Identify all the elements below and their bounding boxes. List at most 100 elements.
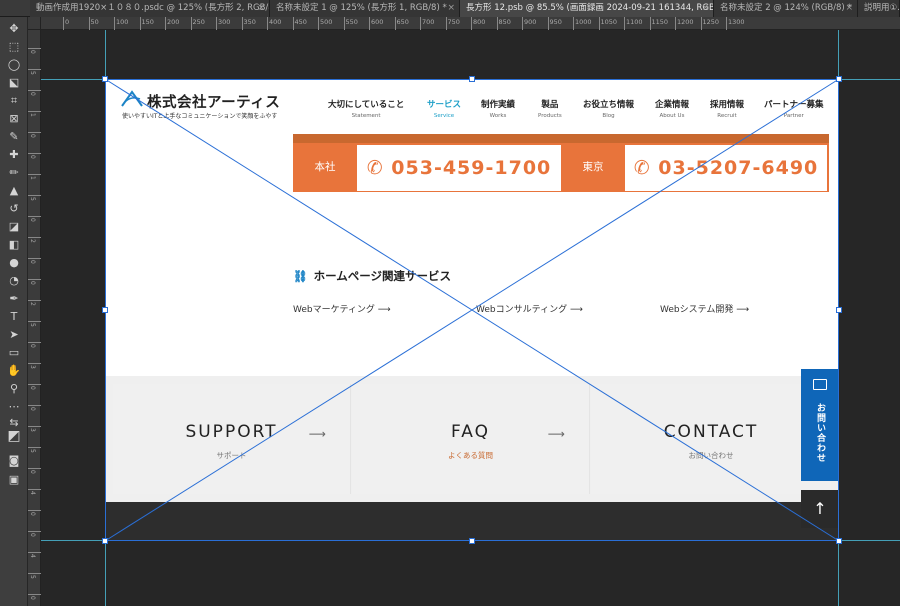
ruler-label: 1100 xyxy=(626,18,643,26)
zoom-tool-icon[interactable]: ⚲ xyxy=(6,381,22,396)
document-tab-active[interactable]: 長方形 12.psb @ 85.5% (画面録画 2024-09-21 1613… xyxy=(460,0,714,17)
tab-label: 説明用①. xyxy=(864,3,900,13)
nav-sublabel: Recruit xyxy=(717,113,737,119)
ruler-tick xyxy=(28,573,41,574)
ruler-label: 300 xyxy=(218,18,231,26)
ruler-label: 0 xyxy=(29,218,36,222)
transform-handle[interactable] xyxy=(836,538,842,544)
transform-handle[interactable] xyxy=(836,307,842,313)
brush-tool-icon[interactable]: ✏ xyxy=(6,165,22,180)
service-link-system[interactable]: Webシステム開発 ⟶ xyxy=(660,302,749,315)
nav-sublabel: Blog xyxy=(602,113,615,119)
tab-label: 名称未設定 2 @ 124% (RGB/8) * xyxy=(720,3,852,13)
nav-products[interactable]: 製品 Products xyxy=(538,98,562,119)
mouse-cursor-icon: ⬉ xyxy=(549,294,559,307)
ruler-label: 0 xyxy=(65,18,70,26)
ruler-label: 0 xyxy=(29,386,36,390)
phone-icon: ✆ xyxy=(633,157,659,179)
marquee-tool-icon[interactable]: ⬚ xyxy=(6,39,22,54)
healing-brush-tool-icon[interactable]: ✚ xyxy=(6,147,22,162)
close-icon[interactable]: × xyxy=(447,0,455,17)
transform-handle[interactable] xyxy=(469,76,475,82)
document-tab[interactable]: 説明用①. xyxy=(858,0,900,17)
service-link-consulting[interactable]: Webコンサルティング ⟶ xyxy=(476,302,583,315)
close-icon[interactable]: × xyxy=(845,0,853,17)
type-tool-icon[interactable]: T xyxy=(6,309,22,324)
screen-mode-icon[interactable]: ▣ xyxy=(6,472,22,487)
ruler-label: 3 xyxy=(29,428,36,432)
nav-about[interactable]: 企業情報 About Us xyxy=(655,98,689,119)
rectangle-tool-icon[interactable]: ▭ xyxy=(6,345,22,360)
more-tools-icon[interactable]: ⋯ xyxy=(6,399,22,414)
card-contact[interactable]: CONTACT お問い合わせ ⟶ xyxy=(591,384,831,494)
paint-bucket-tool-icon[interactable]: ◧ xyxy=(6,237,22,252)
ruler-label: 200 xyxy=(167,18,180,26)
object-selection-tool-icon[interactable]: ⬕ xyxy=(6,75,22,90)
service-title-text: ホームページ関連サービス xyxy=(313,269,452,283)
document-tab[interactable]: 名称未設定 1 @ 125% (長方形 1, RGB/8) * × xyxy=(270,0,460,17)
nav-service[interactable]: サービス Service xyxy=(427,98,461,119)
nav-partner[interactable]: パートナー募集 Partner xyxy=(764,98,824,119)
move-tool-icon[interactable]: ✥ xyxy=(6,21,22,36)
ruler-label: 800 xyxy=(473,18,486,26)
phone-number-tokyo[interactable]: ✆ 03-5207-6490 xyxy=(625,145,827,191)
phone-label-tokyo: 東京 xyxy=(582,161,604,173)
transform-handle[interactable] xyxy=(102,538,108,544)
ruler-label: 750 xyxy=(447,18,460,26)
tab-label: 動画作成用1920×１０８０.psdc @ 125% (長方形 2, RGB/8… xyxy=(36,3,270,13)
floating-contact-tab[interactable]: お問い合わせ xyxy=(801,369,839,481)
vertical-ruler[interactable]: 0 5 0 1 0 0 1 5 0 2 0 0 2 5 0 3 0 0 3 5 0 4 0 0 4 5 0 xyxy=(28,30,41,606)
horizontal-ruler[interactable]: 0 50 100 150 200 250 300 350 400 450 500 550 600 650 7… xyxy=(41,17,900,30)
ruler-label: 5 xyxy=(29,575,36,579)
back-to-top-button[interactable]: ↑ xyxy=(801,490,839,528)
service-link-marketing[interactable]: Webマーケティング ⟶ xyxy=(293,302,391,315)
company-name[interactable]: 株式会社アーティス xyxy=(147,91,280,112)
nav-works[interactable]: 制作実績 Works xyxy=(481,98,515,119)
nav-blog[interactable]: お役立ち情報 Blog xyxy=(583,98,634,119)
ruler-label: 100 xyxy=(116,18,129,26)
pen-tool-icon[interactable]: ✒ xyxy=(6,291,22,306)
ruler-label: 500 xyxy=(320,18,333,26)
nav-statement[interactable]: 大切にしていること Statement xyxy=(328,98,404,119)
document-tab[interactable]: 動画作成用1920×１０８０.psdc @ 125% (長方形 2, RGB/8… xyxy=(30,0,270,17)
dodge-tool-icon[interactable]: ◔ xyxy=(6,273,22,288)
document-canvas[interactable]: 株式会社アーティス 使いやすいITと上手なコミュニケーションで笑顔をふやす 大切… xyxy=(105,79,839,541)
nav-label: 製品 xyxy=(541,100,559,110)
ruler-origin[interactable] xyxy=(28,17,41,30)
arrow-right-icon: ⟶ xyxy=(308,427,326,441)
transform-handle[interactable] xyxy=(102,307,108,313)
lasso-tool-icon[interactable]: ◯ xyxy=(6,57,22,72)
ruler-label: 900 xyxy=(524,18,537,26)
nav-recruit[interactable]: 採用情報 Recruit xyxy=(710,98,744,119)
crop-tool-icon[interactable]: ⌗ xyxy=(6,93,22,108)
card-support[interactable]: SUPPORT サポート ⟶ xyxy=(113,384,351,494)
transform-handle[interactable] xyxy=(102,76,108,82)
clone-stamp-tool-icon[interactable]: ▲ xyxy=(6,183,22,198)
path-selection-tool-icon[interactable]: ➤ xyxy=(6,327,22,342)
close-icon[interactable]: × xyxy=(701,0,709,17)
ruler-tick xyxy=(28,426,41,427)
eyedropper-tool-icon[interactable]: ✎ xyxy=(6,129,22,144)
nav-sublabel: Works xyxy=(489,113,507,119)
quick-mask-icon[interactable]: ◙ xyxy=(6,453,22,468)
eraser-tool-icon[interactable]: ◪ xyxy=(6,219,22,234)
frame-tool-icon[interactable]: ⊠ xyxy=(6,111,22,126)
hand-tool-icon[interactable]: ✋ xyxy=(6,363,22,378)
logo-icon xyxy=(121,90,143,107)
ruler-label: 150 xyxy=(141,18,154,26)
phone-number-headoffice[interactable]: ✆ 053-459-1700 xyxy=(357,145,561,191)
foreground-background-color-icon[interactable]: ◩ xyxy=(6,429,22,444)
transform-handle[interactable] xyxy=(469,538,475,544)
ruler-label: 0 xyxy=(29,155,36,159)
ruler-tick xyxy=(28,153,41,154)
document-tab[interactable]: 名称未設定 2 @ 124% (RGB/8) * × xyxy=(714,0,858,17)
transform-handle[interactable] xyxy=(836,76,842,82)
card-faq[interactable]: FAQ よくある質問 ⟶ xyxy=(352,384,590,494)
ruler-label: 950 xyxy=(549,18,562,26)
guide-line[interactable] xyxy=(105,30,106,606)
blur-tool-icon[interactable]: ● xyxy=(6,255,22,270)
guide-line[interactable] xyxy=(838,30,839,606)
close-icon[interactable]: × xyxy=(257,0,265,17)
history-brush-tool-icon[interactable]: ↺ xyxy=(6,201,22,216)
ruler-tick xyxy=(28,405,41,406)
